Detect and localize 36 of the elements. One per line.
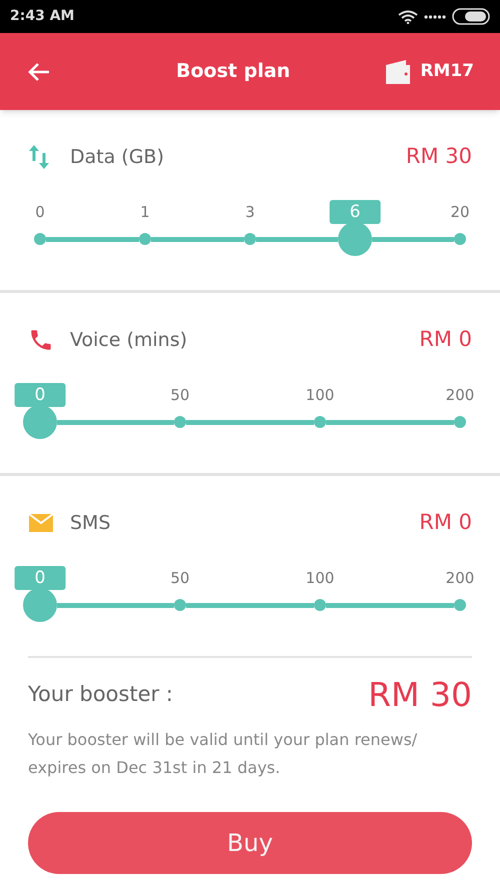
- tick-label: 50: [170, 568, 190, 588]
- screen-title: Boost plan: [175, 59, 292, 84]
- balance-amount: RM17: [420, 60, 474, 83]
- tick-label: 100: [306, 385, 334, 405]
- signal-dots-icon: [424, 14, 446, 18]
- tick-label: 200: [446, 385, 474, 405]
- value-bubble: 0: [14, 383, 66, 407]
- tick-label: 200: [446, 568, 474, 588]
- tick-label: 1: [140, 202, 150, 222]
- tick-label: 50: [170, 385, 190, 405]
- section-label: SMS: [70, 510, 112, 536]
- validity-note: Your booster will be valid until your plan renews/ expires on Dec 31st in 21 days.: [28, 728, 418, 778]
- tick-label: 100: [306, 568, 334, 588]
- booster-total: RM 30: [368, 674, 472, 716]
- slider-thumb[interactable]: [23, 588, 57, 622]
- section-price: RM 30: [406, 143, 472, 170]
- up-down-arrows-icon: [28, 144, 50, 170]
- section-price: RM 0: [419, 509, 472, 536]
- buy-button[interactable]: Buy: [28, 812, 472, 874]
- envelope-icon: [28, 513, 54, 533]
- status-time: 2:43 AM: [10, 7, 74, 26]
- booster-label: Your booster :: [28, 681, 174, 708]
- tick-label: 3: [245, 202, 255, 222]
- tick-label: 20: [450, 202, 470, 222]
- wifi-icon: [398, 10, 418, 24]
- section-label: Data (GB): [70, 144, 165, 170]
- tick-label: 0: [35, 202, 45, 222]
- battery-icon: [452, 8, 490, 25]
- back-arrow-icon: [27, 62, 51, 82]
- wallet-icon: [384, 58, 412, 86]
- slider-thumb[interactable]: [338, 222, 372, 256]
- value-bubble: 0: [14, 566, 66, 590]
- value-bubble: 6: [330, 200, 380, 224]
- section-label: Voice (mins): [70, 328, 188, 353]
- slider-thumb[interactable]: [23, 405, 57, 439]
- section-price: RM 0: [419, 326, 472, 354]
